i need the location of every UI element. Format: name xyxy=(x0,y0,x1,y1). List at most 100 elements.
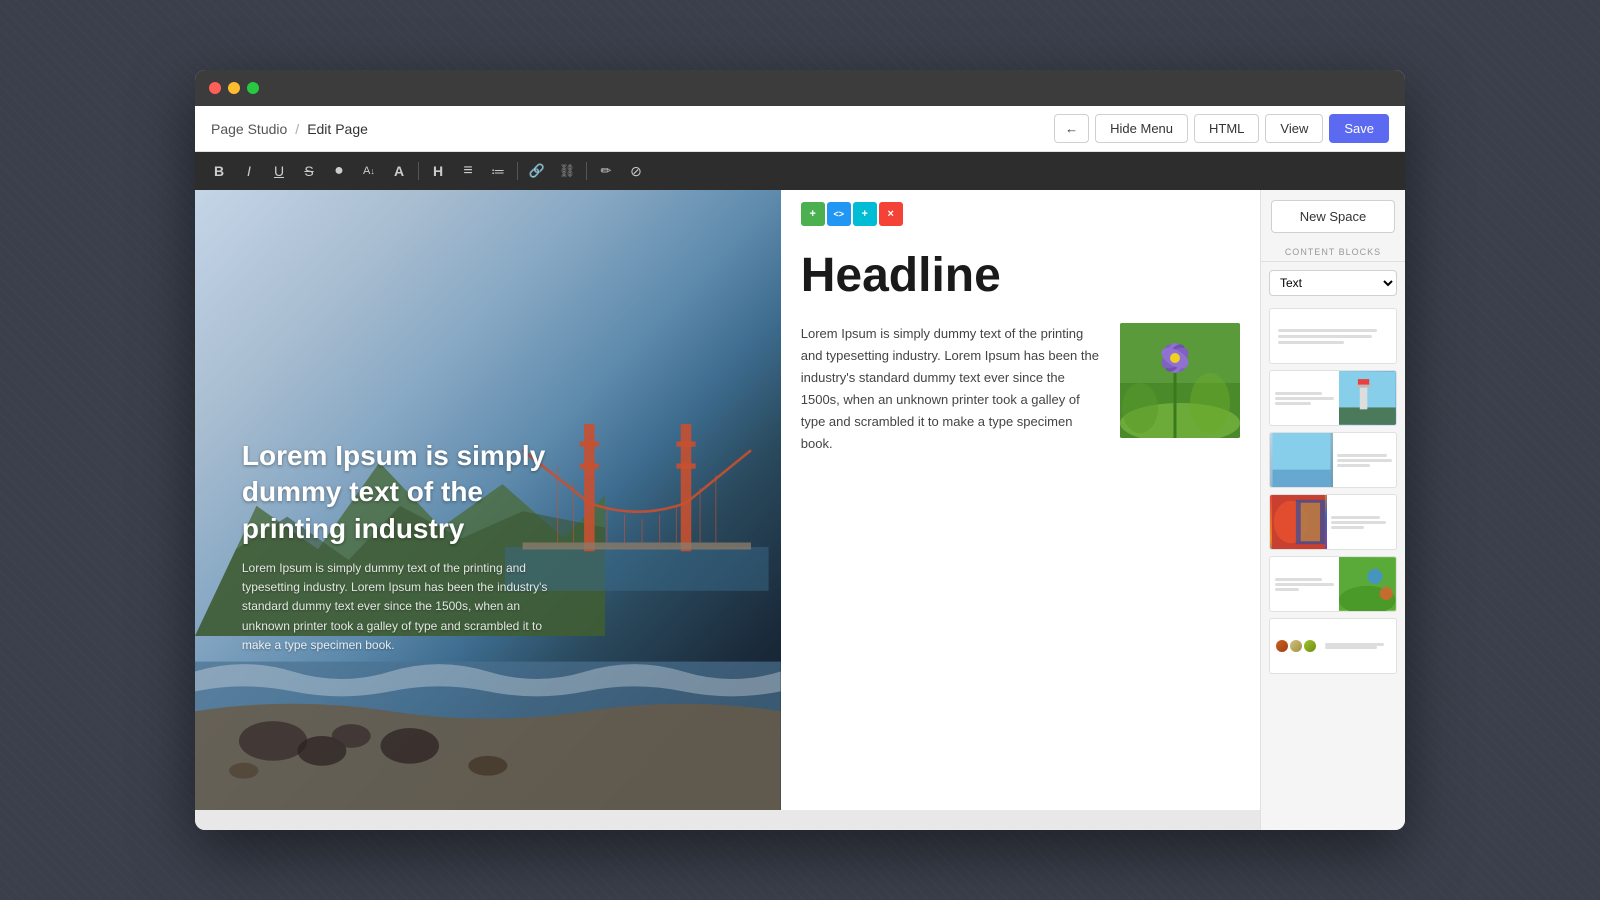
thumb-line xyxy=(1278,335,1372,338)
thumb-line xyxy=(1275,583,1334,586)
highlight-button[interactable]: ● xyxy=(325,158,353,184)
thumb-image xyxy=(1339,371,1396,425)
thumb-line xyxy=(1275,402,1311,405)
content-type-select[interactable]: Text Image Video Gallery HTML xyxy=(1269,270,1397,296)
breadcrumb: Page Studio / Edit Page xyxy=(211,121,368,137)
circle-3 xyxy=(1304,640,1316,652)
thumb-line xyxy=(1275,588,1299,591)
block-controls: + <> + × xyxy=(801,202,903,226)
content-blocks-label: CONTENT BLOCKS xyxy=(1261,243,1405,262)
thumb-line xyxy=(1325,646,1377,649)
title-bar xyxy=(195,70,1405,106)
content-image xyxy=(1120,323,1240,438)
thumb-line xyxy=(1337,464,1370,467)
maximize-button[interactable] xyxy=(247,82,259,94)
toolbar-divider-2 xyxy=(517,162,518,180)
page-content: Lorem Ipsum is simply dummy text of the … xyxy=(195,190,1260,830)
thumb-3-content xyxy=(1270,433,1396,487)
content-body-text[interactable]: Lorem Ipsum is simply dummy text of the … xyxy=(801,323,1104,456)
block-code-button[interactable]: <> xyxy=(827,202,851,226)
thumb-6-lines xyxy=(1325,643,1390,649)
new-space-button[interactable]: New Space xyxy=(1271,200,1395,233)
thumb-6-content xyxy=(1270,636,1396,656)
breadcrumb-separator: / xyxy=(295,121,299,137)
thumb-line xyxy=(1275,578,1322,581)
hero-section: Lorem Ipsum is simply dummy text of the … xyxy=(195,190,1260,810)
block-thumbnails-list xyxy=(1261,304,1405,678)
flower-image-svg xyxy=(1120,323,1240,438)
thumb-line xyxy=(1331,521,1386,524)
underline-button[interactable]: U xyxy=(265,158,293,184)
heading-button[interactable]: H xyxy=(424,158,452,184)
thumb-line xyxy=(1278,341,1344,344)
circle-2 xyxy=(1290,640,1302,652)
thumb-line xyxy=(1337,459,1392,462)
thumb-4-img xyxy=(1270,495,1327,549)
hide-menu-button[interactable]: Hide Menu xyxy=(1095,114,1188,143)
traffic-lights xyxy=(209,82,259,94)
minimize-button[interactable] xyxy=(228,82,240,94)
breadcrumb-current: Edit Page xyxy=(307,121,368,137)
thumb-4-text xyxy=(1327,495,1390,549)
block-remove-button[interactable]: × xyxy=(879,202,903,226)
header-actions: ← Hide Menu HTML View Save xyxy=(1054,114,1389,143)
unlink-button[interactable]: ⛓ xyxy=(553,158,581,184)
save-button[interactable]: Save xyxy=(1329,114,1389,143)
thumb-5-content xyxy=(1270,557,1396,611)
thumb-2-content xyxy=(1270,371,1396,425)
block-thumb-4[interactable] xyxy=(1269,494,1397,550)
block-thumb-2[interactable] xyxy=(1269,370,1397,426)
thumb-img-left-text xyxy=(1333,433,1396,487)
html-button[interactable]: HTML xyxy=(1194,114,1259,143)
hero-text-overlay: Lorem Ipsum is simply dummy text of the … xyxy=(242,438,564,655)
thumb-4-content xyxy=(1270,495,1396,549)
align-button[interactable]: ≡ xyxy=(454,158,482,184)
right-sidebar: New Space CONTENT BLOCKS Text Image Vide… xyxy=(1260,190,1405,830)
canvas-area[interactable]: Lorem Ipsum is simply dummy text of the … xyxy=(195,190,1260,830)
thumb-lighthouse-svg xyxy=(1339,371,1396,425)
font-size-down-button[interactable]: A↓ xyxy=(355,158,383,184)
block-thumb-1[interactable] xyxy=(1269,308,1397,364)
thumb-green-svg xyxy=(1339,557,1396,611)
block-thumb-6[interactable] xyxy=(1269,618,1397,674)
thumb-1-content xyxy=(1270,323,1396,350)
strikethrough-button[interactable]: S xyxy=(295,158,323,184)
content-headline[interactable]: Headline xyxy=(801,250,1240,303)
block-thumb-3[interactable] xyxy=(1269,432,1397,488)
hero-subtext: Lorem Ipsum is simply dummy text of the … xyxy=(242,559,564,655)
thumb-line xyxy=(1275,397,1334,400)
bold-button[interactable]: B xyxy=(205,158,233,184)
clear-format-button[interactable]: ⊘ xyxy=(622,158,650,184)
breadcrumb-root[interactable]: Page Studio xyxy=(211,121,287,137)
thumb-circles xyxy=(1276,640,1316,652)
link-button[interactable]: 🔗 xyxy=(523,158,551,184)
circle-1 xyxy=(1276,640,1288,652)
block-plus-button[interactable]: + xyxy=(853,202,877,226)
main-content: Lorem Ipsum is simply dummy text of the … xyxy=(195,190,1405,830)
font-size-up-button[interactable]: A xyxy=(385,158,413,184)
content-block: Headline Lorem Ipsum is simply dummy tex… xyxy=(801,250,1240,455)
thumb-img-svg xyxy=(1270,433,1333,487)
view-button[interactable]: View xyxy=(1265,114,1323,143)
hero-image-left: Lorem Ipsum is simply dummy text of the … xyxy=(195,190,781,810)
formatting-toolbar: B I U S ● A↓ A H ≡ ≔ 🔗 ⛓ ✏ ⊘ xyxy=(195,152,1405,190)
thumb-img-left-section xyxy=(1270,433,1333,487)
app-header: Page Studio / Edit Page ← Hide Menu HTML… xyxy=(195,106,1405,152)
italic-button[interactable]: I xyxy=(235,158,263,184)
block-add-button[interactable]: + xyxy=(801,202,825,226)
app-window: Page Studio / Edit Page ← Hide Menu HTML… xyxy=(195,70,1405,830)
toolbar-divider-1 xyxy=(418,162,419,180)
thumb-line xyxy=(1331,526,1364,529)
thumb-colorful-svg xyxy=(1270,495,1327,549)
back-button[interactable]: ← xyxy=(1054,114,1089,143)
block-thumb-5[interactable] xyxy=(1269,556,1397,612)
list-button[interactable]: ≔ xyxy=(484,158,512,184)
thumb-5-text xyxy=(1270,557,1339,611)
thumb-line xyxy=(1337,454,1387,457)
thumb-line xyxy=(1275,392,1322,395)
hero-heading: Lorem Ipsum is simply dummy text of the … xyxy=(242,438,564,547)
close-button[interactable] xyxy=(209,82,221,94)
color-button[interactable]: ✏ xyxy=(592,158,620,184)
hero-content-right: + <> + × Headline Lorem Ipsum is simply … xyxy=(781,190,1260,810)
thumb-5-img xyxy=(1339,557,1396,611)
